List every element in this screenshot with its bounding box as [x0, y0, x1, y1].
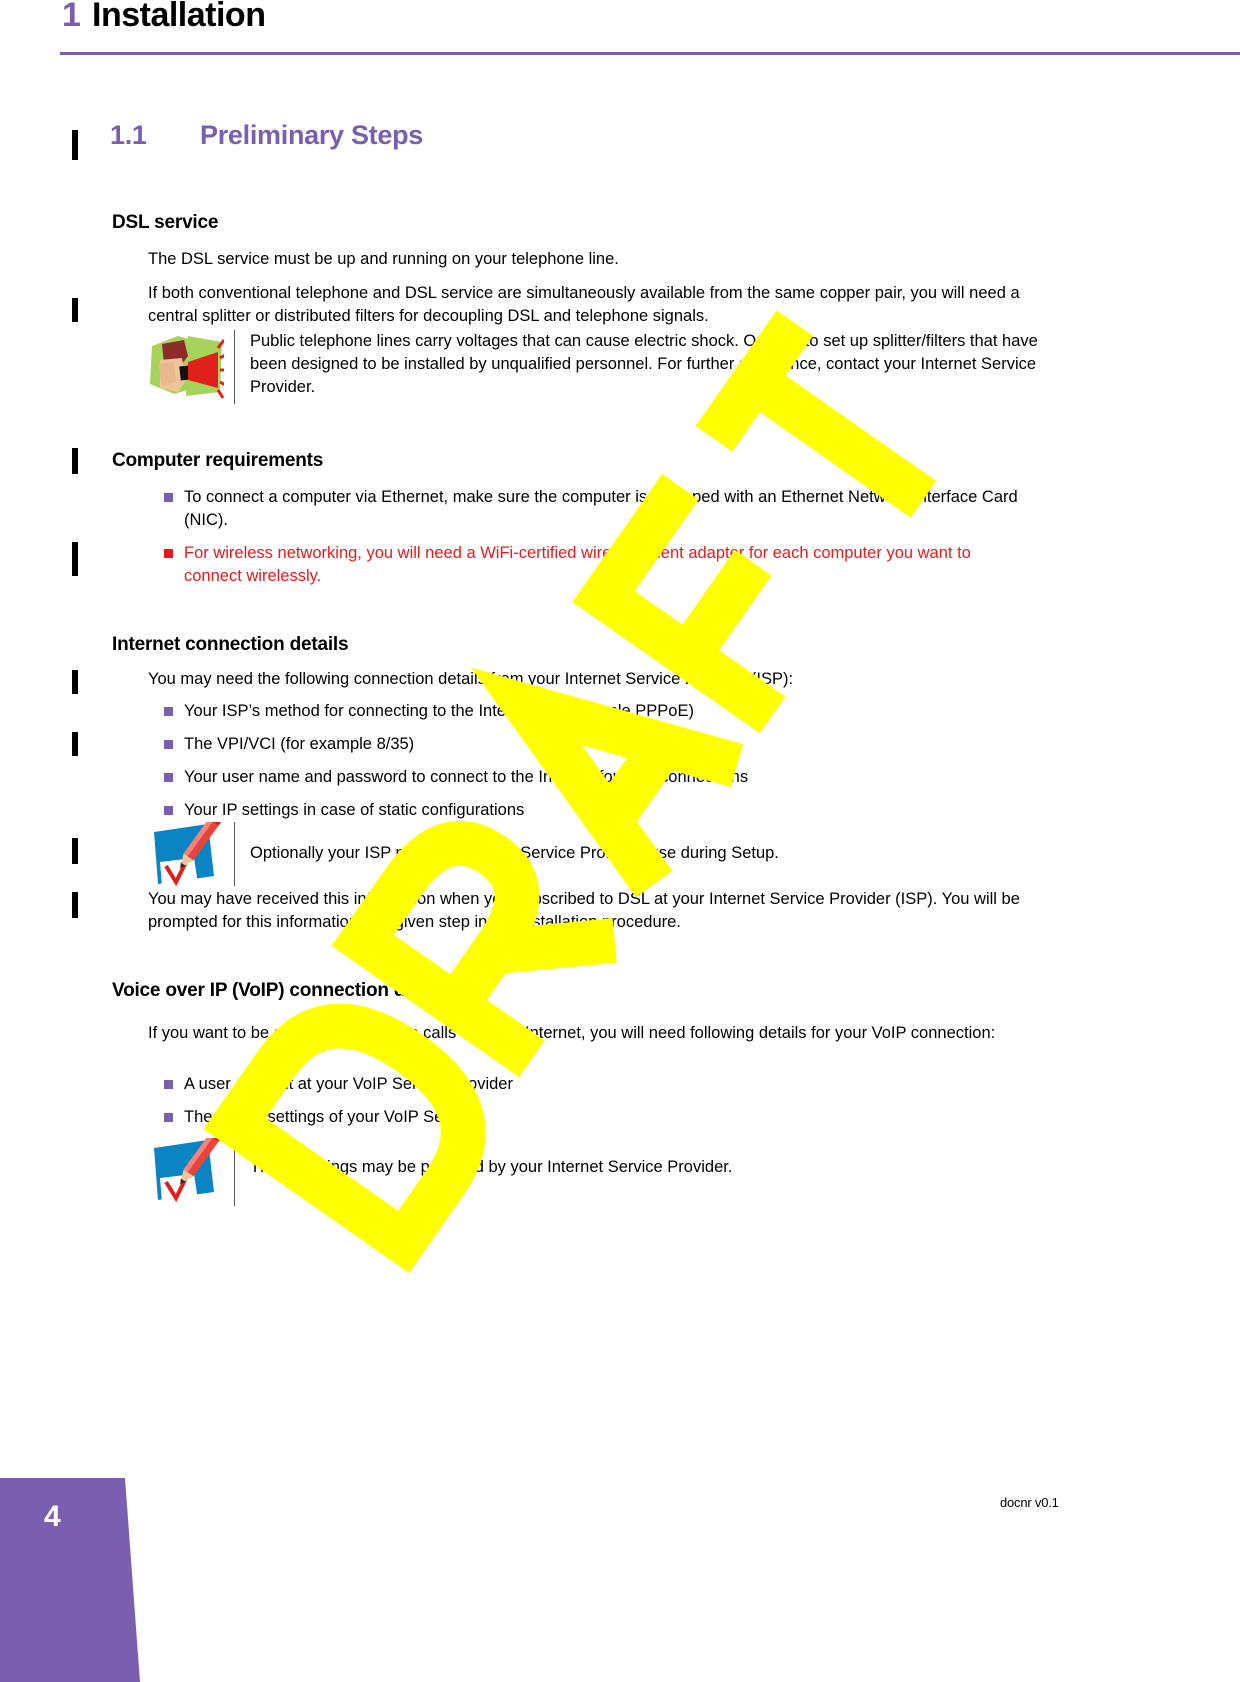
- info-note-isp: Optionally your ISP may indicate the Ser…: [148, 814, 1040, 888]
- page-number: 4: [44, 1500, 61, 1533]
- list-item: For wireless networking, you will need a…: [148, 542, 1024, 588]
- internet-connection-list: Your ISP’s method for connecting to the …: [148, 700, 1024, 822]
- change-bar: [72, 298, 78, 322]
- info-note-text: These settings may be provided by your I…: [250, 1158, 733, 1176]
- chapter-title: Installation: [92, 0, 266, 34]
- voip-section: Voice over IP (VoIP) connection details: [112, 980, 1042, 1002]
- paragraph-text: If both conventional telephone and DSL s…: [148, 284, 1020, 325]
- dsl-service-heading: DSL service: [112, 212, 219, 233]
- internet-connection-intro: You may need the following connection de…: [148, 668, 1048, 691]
- bullet-square-icon: [164, 773, 173, 782]
- paragraph-text: If you want to be able to make phone cal…: [148, 1024, 996, 1042]
- note-pencil-checklist-icon: [148, 814, 224, 893]
- computer-requirements-list: To connect a computer via Ethernet, make…: [148, 486, 1024, 588]
- voip-list: A user account at your VoIP Service Prov…: [148, 1073, 1024, 1129]
- chapter-header: 1 Installation: [0, 0, 1240, 56]
- section-title: Preliminary Steps: [200, 120, 424, 150]
- dsl-service-para-1: The DSL service must be up and running o…: [148, 248, 1048, 271]
- list-item-label: Your IP settings in case of static confi…: [184, 801, 525, 819]
- list-item: The VPI/VCI (for example 8/35): [148, 733, 1024, 756]
- warning-note-text: Public telephone lines carry voltages th…: [250, 332, 1038, 396]
- list-item-label: For wireless networking, you will need a…: [184, 544, 971, 585]
- list-item-label: To connect a computer via Ethernet, make…: [184, 488, 1018, 529]
- list-item: A user account at your VoIP Service Prov…: [148, 1073, 1024, 1096]
- computer-requirements-heading: Computer requirements: [112, 450, 324, 471]
- note-divider: [234, 1138, 235, 1206]
- change-bar: [72, 130, 78, 160]
- note-pencil-checklist-icon: [148, 1130, 224, 1209]
- change-bar: [72, 732, 78, 756]
- paragraph-text: You may need the following connection de…: [148, 670, 794, 688]
- change-bar: [72, 670, 78, 694]
- internet-connection-outro: You may have received this information w…: [148, 888, 1042, 934]
- list-item-label: Your ISP’s method for connecting to the …: [184, 702, 694, 720]
- paragraph-text: The DSL service must be up and running o…: [148, 250, 619, 268]
- list-item-label: A user account at your VoIP Service Prov…: [184, 1075, 513, 1093]
- document-number: docnr v0.1: [1000, 1495, 1059, 1510]
- change-bar: [72, 448, 78, 474]
- warning-note: Public telephone lines carry voltages th…: [148, 330, 1040, 406]
- note-divider: [234, 822, 235, 886]
- document-page: 1 Installation 1.1 Preliminary Steps DSL …: [0, 0, 1240, 1682]
- bullet-square-icon: [164, 493, 173, 502]
- list-item-label: The VPI/VCI (for example 8/35): [184, 735, 415, 753]
- bullet-square-icon: [164, 740, 173, 749]
- change-bar: [72, 542, 78, 576]
- voip-heading: Voice over IP (VoIP) connection details: [112, 980, 453, 1001]
- dsl-service-para-2: If both conventional telephone and DSL s…: [148, 282, 1042, 328]
- bullet-square-icon: [164, 1080, 173, 1089]
- change-bar: [72, 892, 78, 918]
- section-number: 1.1: [110, 120, 147, 150]
- internet-connection-heading: Internet connection details: [112, 634, 349, 655]
- bullet-list: Your ISP’s method for connecting to the …: [148, 700, 1024, 822]
- list-item-label: Your user name and password to connect t…: [184, 768, 749, 786]
- info-note-text: Optionally your ISP may indicate the Ser…: [250, 844, 779, 862]
- bullet-square-icon: [164, 806, 173, 815]
- list-item: Your IP settings in case of static confi…: [148, 799, 1024, 822]
- section-heading: 1.1 Preliminary Steps: [110, 120, 423, 151]
- list-item: Your user name and password to connect t…: [148, 766, 1024, 789]
- bullet-list: A user account at your VoIP Service Prov…: [148, 1073, 1024, 1129]
- bullet-square-icon: [164, 549, 173, 558]
- paragraph-text: You may have received this information w…: [148, 890, 1020, 931]
- computer-requirements-section: Computer requirements: [112, 450, 1042, 472]
- list-item: To connect a computer via Ethernet, make…: [148, 486, 1024, 532]
- list-item: Your ISP’s method for connecting to the …: [148, 700, 1024, 723]
- internet-connection-section: Internet connection details: [112, 634, 1042, 656]
- footer-page-tab: [0, 1478, 140, 1682]
- bullet-list: To connect a computer via Ethernet, make…: [148, 486, 1024, 588]
- note-divider: [234, 330, 235, 404]
- chapter-rule-divider: [60, 52, 1240, 55]
- bullet-square-icon: [164, 707, 173, 716]
- voip-intro: If you want to be able to make phone cal…: [148, 1022, 1042, 1045]
- change-bar: [72, 838, 78, 864]
- bullet-square-icon: [164, 1113, 173, 1122]
- chapter-number: 1: [62, 0, 81, 34]
- info-note-voip: These settings may be provided by your I…: [148, 1130, 1040, 1209]
- warning-megaphone-icon: [148, 330, 228, 405]
- list-item: The server settings of your VoIP Service: [148, 1106, 1024, 1129]
- list-item-label: The server settings of your VoIP Service: [184, 1108, 479, 1126]
- dsl-service-section: DSL service: [112, 212, 1042, 234]
